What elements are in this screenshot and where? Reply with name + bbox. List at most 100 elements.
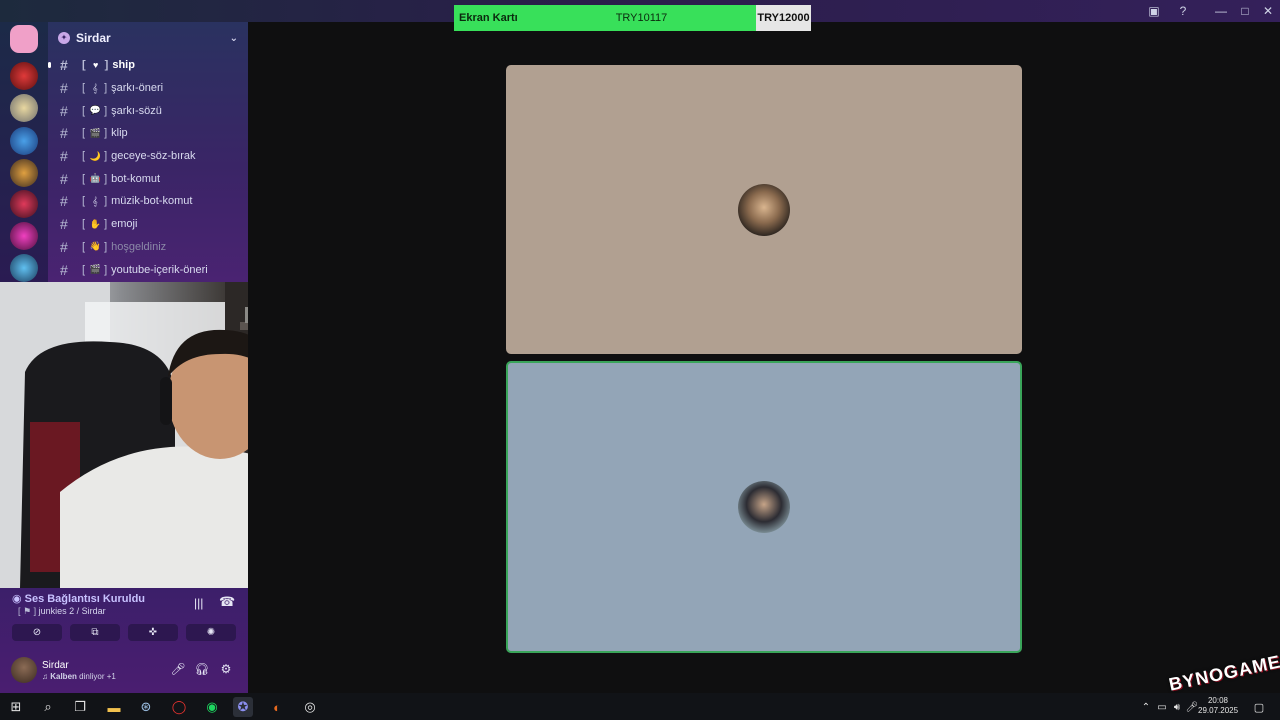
- server-icon[interactable]: [10, 222, 38, 250]
- channel-bot-komut[interactable]: # [🤖] bot-komut: [48, 167, 248, 190]
- server-icon[interactable]: [10, 94, 38, 122]
- donation-goal-amount: TRY12000: [756, 5, 811, 31]
- channel-emoji: ✋: [89, 218, 101, 229]
- discord-icon[interactable]: ✪: [233, 697, 253, 717]
- channel-name: müzik-bot-komut: [111, 195, 193, 208]
- hash-icon: #: [60, 238, 68, 255]
- server-header[interactable]: ✦ Sirdar ⌄: [48, 22, 248, 54]
- taskbar: ⊞ ⌕ ❐ ▬ ⊛ ◯ ◉ ✪ ◐ ◎ ⌃ ▭ 🔊︎ 🎤︎ 20:08 29.0…: [0, 693, 1280, 720]
- channel-muzik-bot-komut[interactable]: # [𝄞] müzik-bot-komut: [48, 190, 248, 213]
- headphones-icon[interactable]: 🎧︎: [194, 662, 210, 678]
- channel-sarki-oneri[interactable]: # [𝄞] şarkı-öneri: [48, 77, 248, 100]
- server-name: Sirdar: [76, 31, 111, 45]
- channel-emoji: ♥: [93, 60, 99, 71]
- participant-tile-speaking[interactable]: [506, 361, 1022, 653]
- channel-name: şarkı-sözü: [111, 104, 162, 117]
- voice-channel-name[interactable]: [ ⚑ ] junkies 2 / Sirdar: [18, 606, 106, 617]
- channel-name: şarkı-öneri: [111, 82, 164, 95]
- discord-home-icon[interactable]: [10, 25, 38, 53]
- channel-hosgeldiniz[interactable]: # [👋] hoşgeldiniz: [48, 236, 248, 259]
- channel-emoji: 𝄞: [92, 82, 98, 93]
- hash-icon: #: [60, 57, 68, 74]
- donation-label: Ekran Kartı: [459, 12, 518, 24]
- soundboard-icon: ✺: [206, 627, 216, 638]
- hash-icon: #: [60, 261, 68, 278]
- close-icon[interactable]: ✕: [1260, 3, 1276, 19]
- channel-name: hoşgeldiniz: [111, 240, 167, 253]
- hash-icon: #: [60, 102, 68, 119]
- voice-status: ◉ Ses Bağlantısı Kuruldu: [12, 593, 146, 605]
- obs-icon[interactable]: ◎: [300, 697, 320, 717]
- activities-button[interactable]: ✜: [128, 624, 178, 641]
- channel-emoji: 🎬: [89, 264, 101, 275]
- hash-icon: #: [60, 125, 68, 142]
- channel-geceye-soz-birak[interactable]: # [🌙] geceye-söz-bırak: [48, 145, 248, 168]
- channel-sarki-sozu[interactable]: # [💬] şarkı-sözü: [48, 99, 248, 122]
- settings-gear-icon[interactable]: ⚙: [218, 662, 234, 678]
- voice-connection-panel: ◉ Ses Bağlantısı Kuruldu [ ⚑ ] junkies 2 …: [0, 588, 248, 693]
- channel-emoji: 🌙: [89, 150, 101, 161]
- channel-name: youtube-içerik-öneri: [111, 263, 208, 276]
- donation-goal-widget: Ekran Kartı TRY10117 TRY12000: [454, 5, 811, 31]
- search-icon[interactable]: ⌕: [38, 697, 58, 717]
- hash-icon: #: [60, 148, 68, 165]
- channel-emoji[interactable]: # [✋] emoji: [48, 213, 248, 236]
- inbox-icon[interactable]: ▣: [1146, 3, 1162, 19]
- avatar[interactable]: [11, 657, 37, 683]
- server-list: [0, 22, 48, 282]
- server-icon[interactable]: [10, 127, 38, 155]
- screen-share-button[interactable]: ⧉: [70, 624, 120, 641]
- steam-icon[interactable]: ⊛: [136, 697, 156, 717]
- noise-suppression-icon[interactable]: |||: [194, 596, 203, 610]
- soundboard-button[interactable]: ✺: [186, 624, 236, 641]
- user-panel: Sirdar ♫ Kalben dinliyor +1 🎤︎ 🎧︎ ⚙: [0, 656, 248, 693]
- channel-list: ✦ Sirdar ⌄ # [♥] ship # [𝄞] şarkı-öneri …: [48, 22, 248, 282]
- participant-avatar: [738, 481, 790, 533]
- notifications-icon[interactable]: ▢: [1249, 697, 1269, 717]
- camera-off-button[interactable]: ⊘: [12, 624, 62, 641]
- help-icon[interactable]: ?: [1175, 3, 1191, 19]
- channel-klip[interactable]: # [🎬] klip: [48, 122, 248, 145]
- hash-icon: #: [60, 216, 68, 233]
- disconnect-icon[interactable]: ☎: [219, 594, 235, 610]
- unread-indicator: [48, 62, 51, 69]
- channel-emoji: 💬: [89, 105, 101, 116]
- channel-emoji: 👋: [89, 241, 101, 252]
- camera-off-icon: ⊘: [32, 627, 42, 638]
- server-icon[interactable]: [10, 254, 38, 282]
- user-activity: ♫ Kalben dinliyor +1: [42, 672, 116, 681]
- start-windows-icon[interactable]: ⊞: [6, 697, 26, 717]
- clock[interactable]: 20:08 29.07.2025: [1198, 696, 1238, 716]
- channel-name: emoji: [111, 218, 138, 231]
- screen-share-icon: ⧉: [91, 627, 99, 638]
- channel-youtube-icerik-oneri[interactable]: # [🎬] youtube-içerik-öneri: [48, 258, 248, 281]
- server-icon[interactable]: [10, 62, 38, 90]
- server-icon[interactable]: [10, 159, 38, 187]
- server-icon[interactable]: [10, 190, 38, 218]
- microphone-icon[interactable]: 🎤︎: [170, 662, 186, 678]
- donation-progress-bar: Ekran Kartı TRY10117: [454, 5, 756, 31]
- minimize-icon[interactable]: —: [1213, 3, 1229, 19]
- chevron-down-icon[interactable]: ⌄: [230, 33, 238, 44]
- channel-name: bot-komut: [111, 172, 161, 185]
- channel-emoji: 𝄞: [92, 195, 98, 206]
- maximize-icon[interactable]: □: [1237, 3, 1253, 19]
- hash-icon: #: [60, 80, 68, 97]
- opera-gx-icon[interactable]: ◯: [169, 697, 189, 717]
- channel-name: klip: [111, 127, 128, 140]
- participant-avatar: [738, 183, 790, 236]
- task-view-icon[interactable]: ❐: [70, 697, 90, 717]
- channel-emoji: 🎬: [89, 127, 101, 138]
- spotify-icon[interactable]: ◉: [202, 697, 222, 717]
- username: Sirdar: [42, 660, 69, 671]
- channel-ship[interactable]: # [♥] ship: [48, 54, 248, 77]
- server-boost-icon: ✦: [58, 32, 70, 44]
- app-icon[interactable]: ◐: [267, 697, 287, 717]
- file-explorer-icon[interactable]: ▬: [104, 697, 124, 717]
- participant-tile[interactable]: [506, 65, 1022, 354]
- voice-stage: [248, 22, 1280, 693]
- clock-time: 20:08: [1207, 696, 1229, 705]
- clock-date: 29.07.2025: [1198, 706, 1239, 715]
- donation-current-amount: TRY10117: [615, 12, 668, 24]
- signal-icon: ◉: [12, 593, 22, 605]
